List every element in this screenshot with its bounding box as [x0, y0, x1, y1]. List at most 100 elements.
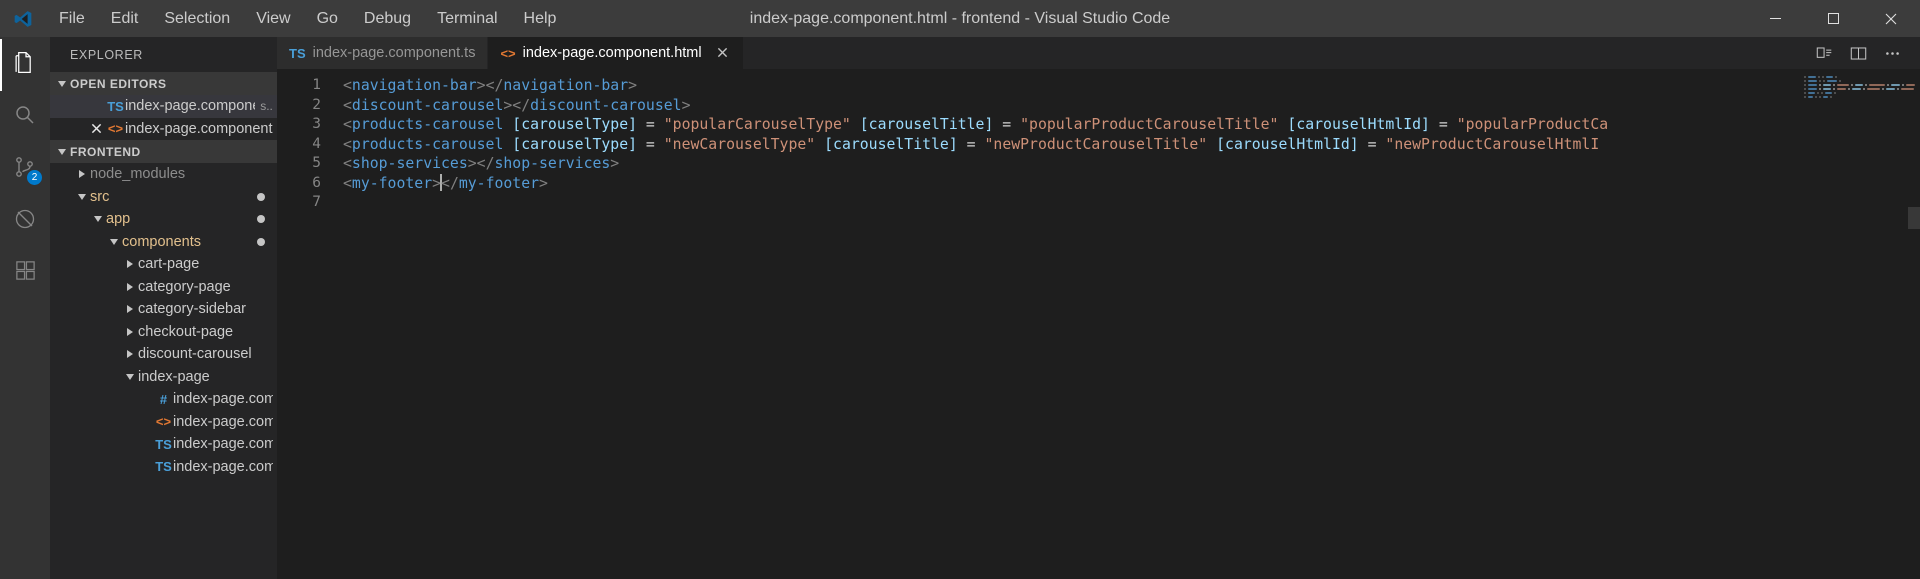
code-token: [carouselType]: [512, 116, 638, 133]
tab-index-page-component-ts[interactable]: TS index-page.component.ts: [277, 37, 489, 69]
line-number: 3: [312, 116, 321, 132]
tab-close-icon[interactable]: [715, 45, 731, 62]
minimize-icon[interactable]: [1746, 0, 1804, 37]
code-token: >: [681, 96, 691, 114]
code-token: shop-services: [494, 155, 611, 172]
tree-item-cart-page[interactable]: cart-page: [50, 253, 277, 276]
code-token: my-footer: [351, 174, 433, 192]
code-token: <: [343, 77, 352, 94]
split-editor-icon[interactable]: [1848, 43, 1868, 63]
css-file-icon: #: [159, 391, 168, 407]
chevron-down-icon: [74, 189, 90, 205]
close-icon[interactable]: [86, 123, 106, 134]
code-token: "newProductCarouselTitle": [984, 135, 1208, 153]
activity-source-control[interactable]: 2: [0, 143, 50, 195]
tree-item-category-sidebar[interactable]: category-sidebar: [50, 298, 277, 321]
chevron-right-icon: [74, 166, 90, 182]
tree-item-node-modules[interactable]: node_modules: [50, 163, 277, 186]
editor-scrollbar[interactable]: [1908, 207, 1920, 229]
tree-item-label: components: [122, 233, 201, 250]
minimap[interactable]: [1800, 69, 1920, 579]
activity-search[interactable]: [0, 91, 50, 143]
open-editor-suffix-ts: s...: [260, 99, 273, 114]
minimap-token: [1808, 96, 1813, 98]
open-editor-item-ts[interactable]: TS index-page.component.ts s...: [50, 95, 277, 118]
ts-file-icon: TS: [289, 45, 306, 61]
minimap-token: [1804, 76, 1806, 78]
menu-bar[interactable]: File Edit Selection View Go Debug Termin…: [46, 5, 569, 33]
tree-item-app[interactable]: app: [50, 208, 277, 231]
open-editor-item-html[interactable]: <> index-page.component.ht...: [50, 118, 277, 141]
code-token: "popularProductCarouselTitle": [1020, 116, 1279, 133]
tree-item-index-page-componen-[interactable]: TSindex-page.componen...: [50, 433, 277, 456]
menu-edit[interactable]: Edit: [98, 5, 152, 33]
line-number-gutter: 1 2 3 4 5 6 7: [277, 69, 343, 579]
line-number: 1: [312, 77, 321, 93]
activity-extensions[interactable]: [0, 247, 50, 299]
menu-file[interactable]: File: [46, 5, 98, 33]
code-line: <shop-services></shop-services>: [343, 154, 1920, 174]
title-bar: File Edit Selection View Go Debug Termin…: [0, 0, 1920, 37]
maximize-icon[interactable]: [1804, 0, 1862, 37]
menu-go[interactable]: Go: [304, 5, 351, 33]
code-token: "newProductCarouselHtmlI: [1385, 135, 1600, 153]
minimap-token: [1837, 88, 1847, 90]
menu-help[interactable]: Help: [511, 5, 570, 33]
more-actions-icon[interactable]: [1882, 43, 1902, 63]
close-icon[interactable]: [1862, 0, 1920, 37]
chevron-right-icon: [122, 346, 138, 362]
code-token: >: [503, 96, 513, 114]
code-token: =: [957, 135, 985, 153]
code-content[interactable]: <navigation-bar></navigation-bar> <discou…: [343, 69, 1920, 579]
chevron-down-icon: [122, 369, 138, 385]
tree-item-index-page-componen-[interactable]: TSindex-page.componen...: [50, 456, 277, 479]
code-token: navigation-bar: [503, 77, 629, 94]
tab-bar: TS index-page.component.ts <> index-page…: [277, 37, 1920, 69]
code-editor[interactable]: 1234567 <navigation-bar></navigation-bar…: [277, 69, 1920, 579]
minimap-token: [1838, 80, 1841, 82]
minimap-token: [1821, 92, 1824, 94]
code-token: discount-carousel: [530, 96, 682, 114]
tab-index-page-component-html[interactable]: <> index-page.component.html: [488, 37, 744, 69]
minimap-token: [1823, 80, 1826, 82]
tree-item-checkout-page[interactable]: checkout-page: [50, 321, 277, 344]
code-token: <: [343, 174, 352, 192]
tree-item-label: index-page.componen...: [173, 413, 273, 430]
tree-item-label: category-page: [138, 278, 231, 295]
minimap-token: [1829, 96, 1832, 98]
tree-item-src[interactable]: src: [50, 186, 277, 209]
code-token: [carouselType]: [512, 135, 638, 153]
menu-terminal[interactable]: Terminal: [424, 5, 510, 33]
minimap-token: [1808, 88, 1818, 90]
chevron-down-icon: [54, 76, 70, 92]
tree-item-index-page-componen-[interactable]: <>index-page.componen...: [50, 411, 277, 434]
code-token: "popularCarouselType": [663, 116, 851, 133]
code-token: my-footer: [458, 174, 540, 192]
section-open-editors[interactable]: OPEN EDITORS: [50, 72, 277, 95]
menu-view[interactable]: View: [243, 5, 303, 33]
tree-item-discount-carousel[interactable]: discount-carousel: [50, 343, 277, 366]
menu-selection[interactable]: Selection: [151, 5, 243, 33]
minimap-token: [1814, 96, 1817, 98]
activity-explorer[interactable]: [0, 39, 50, 91]
tree-item-category-page[interactable]: category-page: [50, 276, 277, 299]
minimap-token: [1819, 80, 1822, 82]
window-controls: [1746, 0, 1920, 37]
tree-item-index-page[interactable]: index-page: [50, 366, 277, 389]
minimap-line: [1800, 99, 1920, 103]
code-token: </: [512, 96, 531, 114]
open-changes-icon[interactable]: [1814, 43, 1834, 63]
tree-item-components[interactable]: components: [50, 231, 277, 254]
tree-item-index-page-componen-[interactable]: # index-page.componen...: [50, 388, 277, 411]
menu-debug[interactable]: Debug: [351, 5, 424, 33]
code-token: >: [610, 155, 620, 172]
activity-debug[interactable]: [0, 195, 50, 247]
minimap-token: [1821, 76, 1824, 78]
section-workspace[interactable]: FRONTEND: [50, 140, 277, 163]
debug-icon: [13, 207, 37, 236]
minimap-token: [1825, 76, 1834, 78]
